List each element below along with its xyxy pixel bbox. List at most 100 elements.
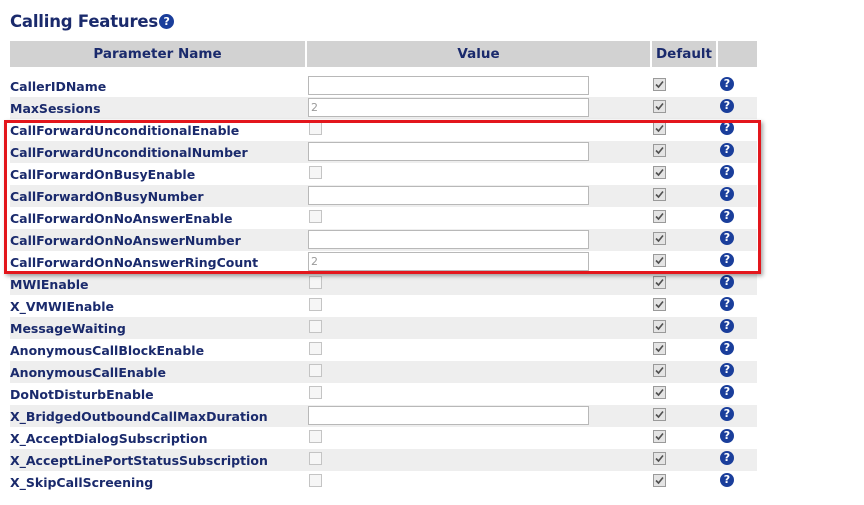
check-icon xyxy=(655,168,664,177)
help-icon[interactable]: ? xyxy=(720,143,734,157)
help-icon[interactable]: ? xyxy=(720,187,734,201)
default-checkbox[interactable] xyxy=(653,144,666,157)
default-checkbox[interactable] xyxy=(653,232,666,245)
default-checkbox[interactable] xyxy=(653,210,666,223)
table-row: AnonymousCallEnable? xyxy=(10,361,757,383)
check-icon xyxy=(655,190,664,199)
help-icon[interactable]: ? xyxy=(720,297,734,311)
value-input[interactable]: 2 xyxy=(308,252,589,271)
page-title-text: Calling Features xyxy=(10,12,159,31)
check-icon xyxy=(655,322,664,331)
help-icon[interactable]: ? xyxy=(720,209,734,223)
value-input[interactable] xyxy=(308,406,589,425)
table-row: CallForwardUnconditionalNumber? xyxy=(10,141,757,163)
value-checkbox[interactable] xyxy=(309,298,322,311)
check-icon xyxy=(655,80,664,89)
parameter-name: X_SkipCallScreening xyxy=(10,475,154,490)
check-icon xyxy=(655,344,664,353)
check-icon xyxy=(655,102,664,111)
table-row: CallForwardUnconditionalEnable? xyxy=(10,119,757,141)
table-row: MessageWaiting? xyxy=(10,317,757,339)
value-input[interactable] xyxy=(308,186,589,205)
check-icon xyxy=(655,432,664,441)
check-icon xyxy=(655,410,664,419)
default-checkbox[interactable] xyxy=(653,100,666,113)
check-icon xyxy=(655,366,664,375)
value-input[interactable] xyxy=(308,76,589,95)
header-help-column xyxy=(718,41,757,67)
help-icon[interactable]: ? xyxy=(720,473,734,487)
check-icon xyxy=(655,300,664,309)
default-checkbox[interactable] xyxy=(653,452,666,465)
check-icon xyxy=(655,256,664,265)
default-checkbox[interactable] xyxy=(653,276,666,289)
default-checkbox[interactable] xyxy=(653,122,666,135)
help-icon[interactable]: ? xyxy=(720,363,734,377)
help-icon[interactable]: ? xyxy=(720,451,734,465)
value-checkbox[interactable] xyxy=(309,166,322,179)
parameter-name: CallForwardOnBusyEnable xyxy=(10,167,196,182)
parameter-name: X_AcceptLinePortStatusSubscription xyxy=(10,453,268,468)
help-icon[interactable]: ? xyxy=(720,407,734,421)
parameter-name: CallForwardOnNoAnswerRingCount xyxy=(10,255,259,270)
table-row: MaxSessions 2? xyxy=(10,97,757,119)
parameter-name: X_BridgedOutboundCallMaxDuration xyxy=(10,409,268,424)
default-checkbox[interactable] xyxy=(653,342,666,355)
help-icon[interactable]: ? xyxy=(720,429,734,443)
help-icon[interactable]: ? xyxy=(720,253,734,267)
value-checkbox[interactable] xyxy=(309,122,322,135)
value-checkbox[interactable] xyxy=(309,430,322,443)
header-value: Value xyxy=(307,41,650,67)
default-checkbox[interactable] xyxy=(653,188,666,201)
check-icon xyxy=(655,234,664,243)
default-checkbox[interactable] xyxy=(653,408,666,421)
value-input[interactable] xyxy=(308,230,589,249)
default-checkbox[interactable] xyxy=(653,320,666,333)
parameter-name: AnonymousCallBlockEnable xyxy=(10,343,205,358)
table-row: DoNotDisturbEnable? xyxy=(10,383,757,405)
value-input[interactable] xyxy=(308,142,589,161)
value-checkbox[interactable] xyxy=(309,386,322,399)
help-icon[interactable]: ? xyxy=(720,319,734,333)
default-checkbox[interactable] xyxy=(653,298,666,311)
parameter-name: X_VMWIEnable xyxy=(10,299,115,314)
help-icon[interactable]: ? xyxy=(720,99,734,113)
value-checkbox[interactable] xyxy=(309,320,322,333)
help-icon[interactable]: ? xyxy=(159,14,175,29)
parameter-name: X_AcceptDialogSubscription xyxy=(10,431,208,446)
default-checkbox[interactable] xyxy=(653,386,666,399)
help-icon[interactable]: ? xyxy=(720,275,734,289)
parameter-name: CallForwardOnNoAnswerNumber xyxy=(10,233,241,248)
value-checkbox[interactable] xyxy=(309,210,322,223)
value-checkbox[interactable] xyxy=(309,364,322,377)
default-checkbox[interactable] xyxy=(653,430,666,443)
help-icon[interactable]: ? xyxy=(720,385,734,399)
default-checkbox[interactable] xyxy=(653,78,666,91)
default-checkbox[interactable] xyxy=(653,254,666,267)
table-row: X_VMWIEnable? xyxy=(10,295,757,317)
parameter-name: MaxSessions xyxy=(10,101,101,116)
check-icon xyxy=(655,476,664,485)
default-checkbox[interactable] xyxy=(653,364,666,377)
check-icon xyxy=(655,124,664,133)
help-icon[interactable]: ? xyxy=(720,77,734,91)
table-row: X_AcceptLinePortStatusSubscription? xyxy=(10,449,757,471)
value-input[interactable]: 2 xyxy=(308,98,589,117)
help-icon[interactable]: ? xyxy=(720,165,734,179)
check-icon xyxy=(655,454,664,463)
check-icon xyxy=(655,278,664,287)
default-checkbox[interactable] xyxy=(653,166,666,179)
help-icon[interactable]: ? xyxy=(720,231,734,245)
table-row: CallerIDName? xyxy=(10,75,757,97)
default-checkbox[interactable] xyxy=(653,474,666,487)
help-icon[interactable]: ? xyxy=(720,121,734,135)
table-row: CallForwardOnNoAnswerEnable? xyxy=(10,207,757,229)
value-checkbox[interactable] xyxy=(309,276,322,289)
help-icon[interactable]: ? xyxy=(720,341,734,355)
value-checkbox[interactable] xyxy=(309,452,322,465)
table-row: X_BridgedOutboundCallMaxDuration? xyxy=(10,405,757,427)
parameter-name: AnonymousCallEnable xyxy=(10,365,166,380)
header-parameter-name: Parameter Name xyxy=(10,41,305,67)
value-checkbox[interactable] xyxy=(309,342,322,355)
value-checkbox[interactable] xyxy=(309,474,322,487)
